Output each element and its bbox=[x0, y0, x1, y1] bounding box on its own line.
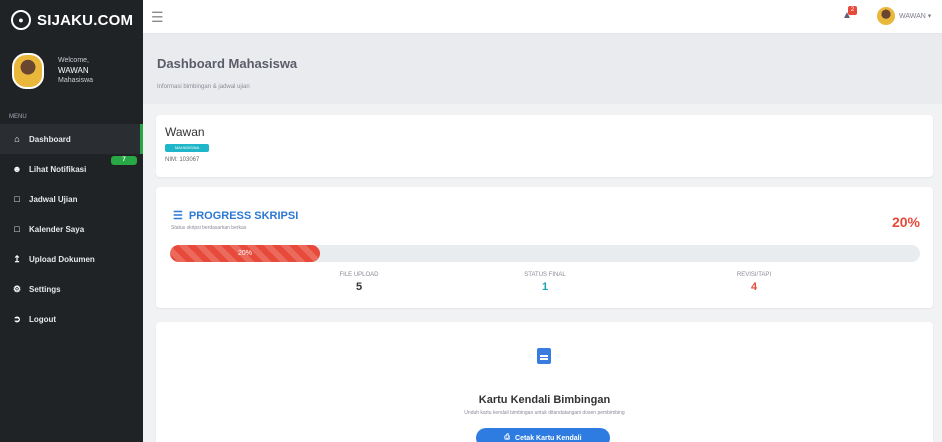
stat-label: FILE UPLOAD bbox=[339, 272, 379, 278]
sidebar-item-label: Dashboard bbox=[29, 134, 71, 144]
sidebar-item-label: Lihat Notifikasi bbox=[29, 164, 87, 174]
sidebar-item-upload[interactable]: ↥ Upload Dokumen bbox=[0, 244, 143, 274]
notification-badge: 7 bbox=[111, 156, 137, 165]
user-nim: NIM: 103067 bbox=[165, 157, 200, 163]
sidebar-item-label: Logout bbox=[29, 314, 57, 324]
menu-label: MENU bbox=[9, 114, 27, 120]
page-subtitle: Informasi bimbingan & jadwal ujian bbox=[157, 84, 250, 90]
user-name: Wawan bbox=[165, 125, 205, 139]
profile-name: WAWAN bbox=[58, 66, 89, 75]
sidebar-item-settings[interactable]: ⚙ Settings bbox=[0, 274, 143, 304]
progress-subtitle: Status skripsi berdasarkan berkas bbox=[171, 225, 247, 231]
sidebar-item-logout[interactable]: ➲ Logout bbox=[0, 304, 143, 334]
stat-value: 5 bbox=[355, 281, 363, 293]
stat-file-upload: FILE UPLOAD 5 bbox=[299, 272, 419, 293]
home-icon: ⌂ bbox=[14, 134, 20, 144]
users-icon: ☻ bbox=[12, 164, 22, 174]
calendar-icon: □ bbox=[14, 194, 20, 204]
hamburger-icon[interactable]: ☰ bbox=[151, 9, 164, 26]
user-avatar[interactable] bbox=[877, 7, 895, 25]
stat-label: REVISI/TAPI bbox=[736, 272, 772, 278]
print-card-button[interactable]: ⎙ Cetak Kartu Kendali bbox=[476, 428, 610, 442]
progress-bar-fill: 20% bbox=[170, 245, 320, 262]
notification-count-badge: 2 bbox=[848, 6, 857, 15]
stat-status-final: STATUS FINAL 1 bbox=[485, 272, 605, 293]
progress-percent: 20% bbox=[891, 214, 920, 230]
profile-role: Mahasiswa bbox=[58, 77, 94, 84]
user-role-badge: MAHASISWA bbox=[165, 144, 209, 152]
calendar-icon: □ bbox=[14, 224, 20, 234]
profile-text: Welcome, WAWAN Mahasiswa bbox=[58, 56, 93, 86]
seal-icon: ● bbox=[11, 10, 31, 30]
progress-title-text: PROGRESS SKRIPSI bbox=[188, 209, 299, 222]
page-title: Dashboard Mahasiswa bbox=[157, 56, 298, 71]
sidebar-item-label: Settings bbox=[29, 284, 61, 294]
document-icon bbox=[537, 348, 551, 364]
sidebar-item-dashboard[interactable]: ⌂ Dashboard bbox=[0, 124, 143, 154]
sidebar-menu: ⌂ Dashboard ☻ Lihat Notifikasi 7 □ Jadwa… bbox=[0, 124, 143, 334]
welcome-text: Welcome, bbox=[58, 57, 89, 64]
logout-icon: ➲ bbox=[13, 313, 21, 324]
stat-value: 4 bbox=[750, 281, 758, 293]
sidebar: ● SIJAKU.COM Welcome, WAWAN Mahasiswa ME… bbox=[0, 0, 143, 442]
print-card-label: Cetak Kartu Kendali bbox=[515, 434, 582, 442]
sidebar-item-label: Kalender Saya bbox=[29, 224, 85, 234]
progress-title: ☰ PROGRESS SKRIPSI bbox=[173, 209, 299, 223]
kartu-title: Kartu Kendali Bimbingan bbox=[478, 394, 611, 406]
sidebar-item-label: Upload Dokumen bbox=[29, 254, 95, 264]
sidebar-item-label: Jadwal Ujian bbox=[29, 194, 78, 204]
progress-bar: 20% bbox=[170, 245, 920, 262]
user-menu-label: WAWAN bbox=[899, 13, 926, 20]
sidebar-item-jadwal-ujian[interactable]: □ Jadwal Ujian bbox=[0, 184, 143, 214]
user-menu[interactable]: WAWAN ▾ bbox=[899, 12, 931, 20]
kartu-card: Kartu Kendali Bimbingan Unduh kartu kend… bbox=[156, 322, 933, 442]
print-icon: ⎙ bbox=[504, 434, 511, 441]
list-icon: ☰ bbox=[173, 210, 183, 222]
kartu-subtitle: Unduh kartu kendali bimbingan untuk dita… bbox=[464, 410, 625, 416]
avatar bbox=[12, 53, 44, 89]
user-card: Wawan MAHASISWA NIM: 103067 bbox=[156, 115, 933, 177]
gear-icon: ⚙ bbox=[12, 283, 22, 294]
stat-label: STATUS FINAL bbox=[524, 272, 566, 278]
stat-value: 1 bbox=[541, 281, 549, 293]
sidebar-item-notifikasi[interactable]: ☻ Lihat Notifikasi 7 bbox=[0, 154, 143, 184]
upload-icon: ↥ bbox=[13, 253, 21, 264]
page-header: Dashboard Mahasiswa Informasi bimbingan … bbox=[143, 34, 942, 104]
brand-name: SIJAKU.COM bbox=[37, 11, 134, 29]
brand[interactable]: ● SIJAKU.COM bbox=[0, 0, 143, 40]
sidebar-item-kalender[interactable]: □ Kalender Saya bbox=[0, 214, 143, 244]
progress-card: ☰ PROGRESS SKRIPSI Status skripsi berdas… bbox=[156, 187, 933, 308]
topbar: ☰ ▲ 2 WAWAN ▾ bbox=[143, 0, 942, 34]
stat-revisi: REVISI/TAPI 4 bbox=[694, 272, 814, 293]
profile: Welcome, WAWAN Mahasiswa bbox=[0, 40, 143, 102]
